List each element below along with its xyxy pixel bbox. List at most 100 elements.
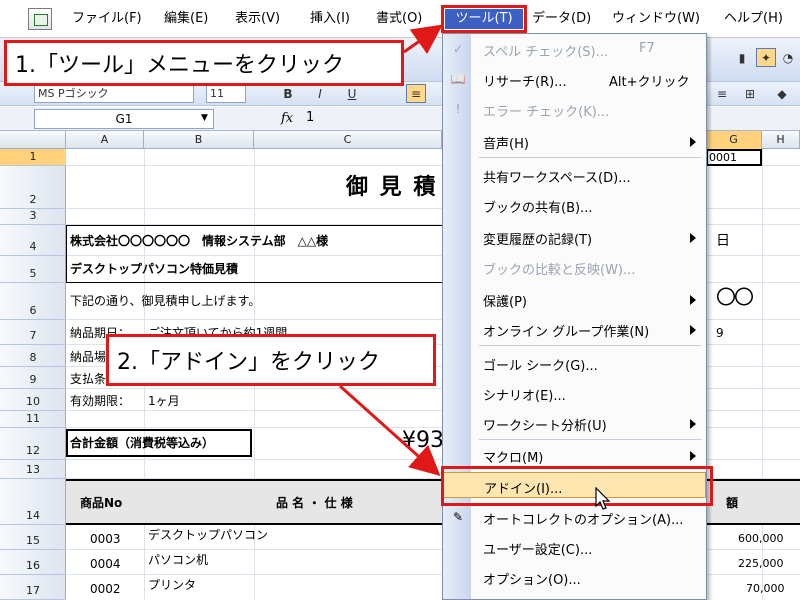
toolbar-selected-icon[interactable]: ✦ xyxy=(756,48,776,67)
expiry-value: 1ヶ月 xyxy=(148,394,180,408)
menu-tools[interactable]: ツール(T) xyxy=(441,5,527,33)
toolbar-icon[interactable]: ▮ xyxy=(732,48,752,67)
borders-icon[interactable]: ⊞ xyxy=(740,84,760,103)
submenu-arrow-icon xyxy=(690,295,696,305)
align-left-icon[interactable]: ≡ xyxy=(406,84,426,103)
menu-help[interactable]: ヘルプ(H) xyxy=(724,8,783,30)
align-icon[interactable]: ≡ xyxy=(712,84,732,103)
menu-item-spell-check[interactable]: ✓ スペル チェック(S)... F7 xyxy=(443,36,706,62)
header-item-no: 商品No xyxy=(80,496,123,510)
row-header[interactable]: 12 xyxy=(0,428,66,460)
row-header[interactable]: 16 xyxy=(0,550,66,575)
menu-item-compare-merge[interactable]: ブックの比較と反映(W)... xyxy=(443,254,706,280)
menu-item-speech[interactable]: 音声(H) xyxy=(443,128,706,154)
payment-label: 支払条 xyxy=(70,372,107,386)
tools-dropdown-menu: ✓ スペル チェック(S)... F7 📖 リサーチ(R)... Alt+クリッ… xyxy=(442,33,707,600)
font-size-select[interactable]: 11 xyxy=(206,84,246,103)
menu-view[interactable]: 表示(V) xyxy=(235,8,280,30)
excel-document-icon[interactable] xyxy=(28,8,52,30)
row-header[interactable]: 2 xyxy=(0,166,66,209)
submenu-arrow-icon xyxy=(690,325,696,335)
submenu-arrow-icon xyxy=(690,451,696,461)
italic-button[interactable]: I xyxy=(310,84,330,103)
select-all-corner[interactable] xyxy=(0,131,66,149)
menu-item-scenarios[interactable]: シナリオ(E)... xyxy=(443,380,706,406)
row-header[interactable]: 11 xyxy=(0,411,66,428)
menu-item-customize[interactable]: ユーザー設定(C)... xyxy=(443,534,706,560)
place-label: 納品場 xyxy=(70,350,107,364)
row-header[interactable]: 14 xyxy=(0,479,66,525)
cell-g1[interactable]: 0001 xyxy=(706,149,762,166)
menu-item-protection[interactable]: 保護(P) xyxy=(443,286,706,312)
row-header[interactable]: 6 xyxy=(0,283,66,320)
spell-check-icon: ✓ xyxy=(452,42,464,56)
menu-item-formula-auditing[interactable]: ワークシート分析(U) xyxy=(443,410,706,436)
name-box[interactable]: G1 xyxy=(34,109,214,129)
item-name: プリンタ xyxy=(148,578,197,592)
intro-text: 下記の通り、御見積申し上げます。 xyxy=(70,294,261,308)
menu-item-options[interactable]: オプション(O)... xyxy=(443,564,706,590)
menu-tools-label[interactable]: ツール(T) xyxy=(445,9,523,29)
expiry-label: 有効期限： xyxy=(70,394,131,408)
item-no: 0004 xyxy=(90,557,121,571)
header-item-name: 品 名 ・ 仕 様 xyxy=(276,496,353,510)
callout-step2: 2.「アドイン」をクリック xyxy=(106,334,436,386)
item-no: 0003 xyxy=(90,532,121,546)
formula-input[interactable]: 1 xyxy=(306,109,314,129)
row-header[interactable]: 8 xyxy=(0,345,66,367)
menu-item-research[interactable]: 📖 リサーチ(R)... Alt+クリック xyxy=(443,66,706,92)
item-name: パソコン机 xyxy=(148,553,209,567)
column-header-c[interactable]: C xyxy=(254,131,442,149)
autocorrect-icon: ✎ xyxy=(452,510,464,524)
research-icon: 📖 xyxy=(450,72,466,86)
menu-item-error-check[interactable]: ! エラー チェック(K)... xyxy=(443,96,706,122)
row-header[interactable]: 3 xyxy=(0,209,66,225)
menu-edit[interactable]: 編集(E) xyxy=(164,8,208,30)
menu-item-shared-workspace[interactable]: 共有ワークスペース(D)... xyxy=(443,162,706,188)
menu-window[interactable]: ウィンドウ(W) xyxy=(612,8,700,30)
item-name: デスクトップパソコン xyxy=(148,528,269,542)
row-header[interactable]: 10 xyxy=(0,389,66,411)
menu-format[interactable]: 書式(O) xyxy=(376,8,422,30)
column-header-a[interactable]: A xyxy=(66,131,144,149)
item-no: 0002 xyxy=(90,582,121,596)
menu-item-goal-seek[interactable]: ゴール シーク(G)... xyxy=(443,350,706,376)
menu-item-online-collaboration[interactable]: オンライン グループ作業(N) xyxy=(443,316,706,342)
menu-data[interactable]: データ(D) xyxy=(532,8,591,30)
font-name-select[interactable]: MS Pゴシック xyxy=(34,84,194,103)
row-header[interactable]: 5 xyxy=(0,256,66,283)
column-header-g[interactable]: G xyxy=(706,131,762,149)
partial-number: 9 xyxy=(716,326,724,340)
date-partial: 日 xyxy=(716,233,730,249)
row-header[interactable]: 1 xyxy=(0,149,66,166)
error-check-icon: ! xyxy=(455,102,461,116)
column-header-b[interactable]: B xyxy=(144,131,254,149)
menu-item-autocorrect-options[interactable]: ✎ オートコレクトのオプション(A)... xyxy=(443,504,706,530)
submenu-arrow-icon xyxy=(690,419,696,429)
row-headers: 1 2 3 4 5 6 7 8 9 10 11 12 13 14 15 16 1… xyxy=(0,149,66,600)
submenu-arrow-icon xyxy=(690,233,696,243)
menu-item-share-workbook[interactable]: ブックの共有(B)... xyxy=(443,192,706,218)
underline-button[interactable]: U xyxy=(342,84,362,103)
company-name: 株式会社〇〇〇〇〇〇 情報システム部 △△様 xyxy=(70,234,329,248)
row-header[interactable]: 4 xyxy=(0,225,66,256)
menu-file[interactable]: ファイル(F) xyxy=(72,8,142,30)
fill-color-icon[interactable]: ◆ xyxy=(772,84,792,103)
item-amount: 70,000 xyxy=(746,582,785,595)
menu-item-macro[interactable]: マクロ(M) xyxy=(443,442,706,468)
row-header[interactable]: 7 xyxy=(0,320,66,345)
row-header[interactable]: 13 xyxy=(0,460,66,479)
function-icon[interactable]: fx xyxy=(281,111,293,126)
total-value: ¥93 xyxy=(402,428,444,453)
column-header-h[interactable]: H xyxy=(762,131,800,149)
row-header[interactable]: 9 xyxy=(0,367,66,389)
chevron-down-icon[interactable]: ▼ xyxy=(196,109,213,129)
row-header[interactable]: 15 xyxy=(0,525,66,550)
menu-insert[interactable]: 挿入(I) xyxy=(310,8,350,30)
row-header[interactable]: 17 xyxy=(0,575,66,600)
toolbar-icon[interactable]: ◔ xyxy=(778,48,798,67)
bold-button[interactable]: B xyxy=(278,84,298,103)
partial-text: 〇〇 xyxy=(716,285,754,309)
menu-item-track-changes[interactable]: 変更履歴の記録(T) xyxy=(443,224,706,250)
subject: デスクトップパソコン特価見積 xyxy=(70,262,239,276)
